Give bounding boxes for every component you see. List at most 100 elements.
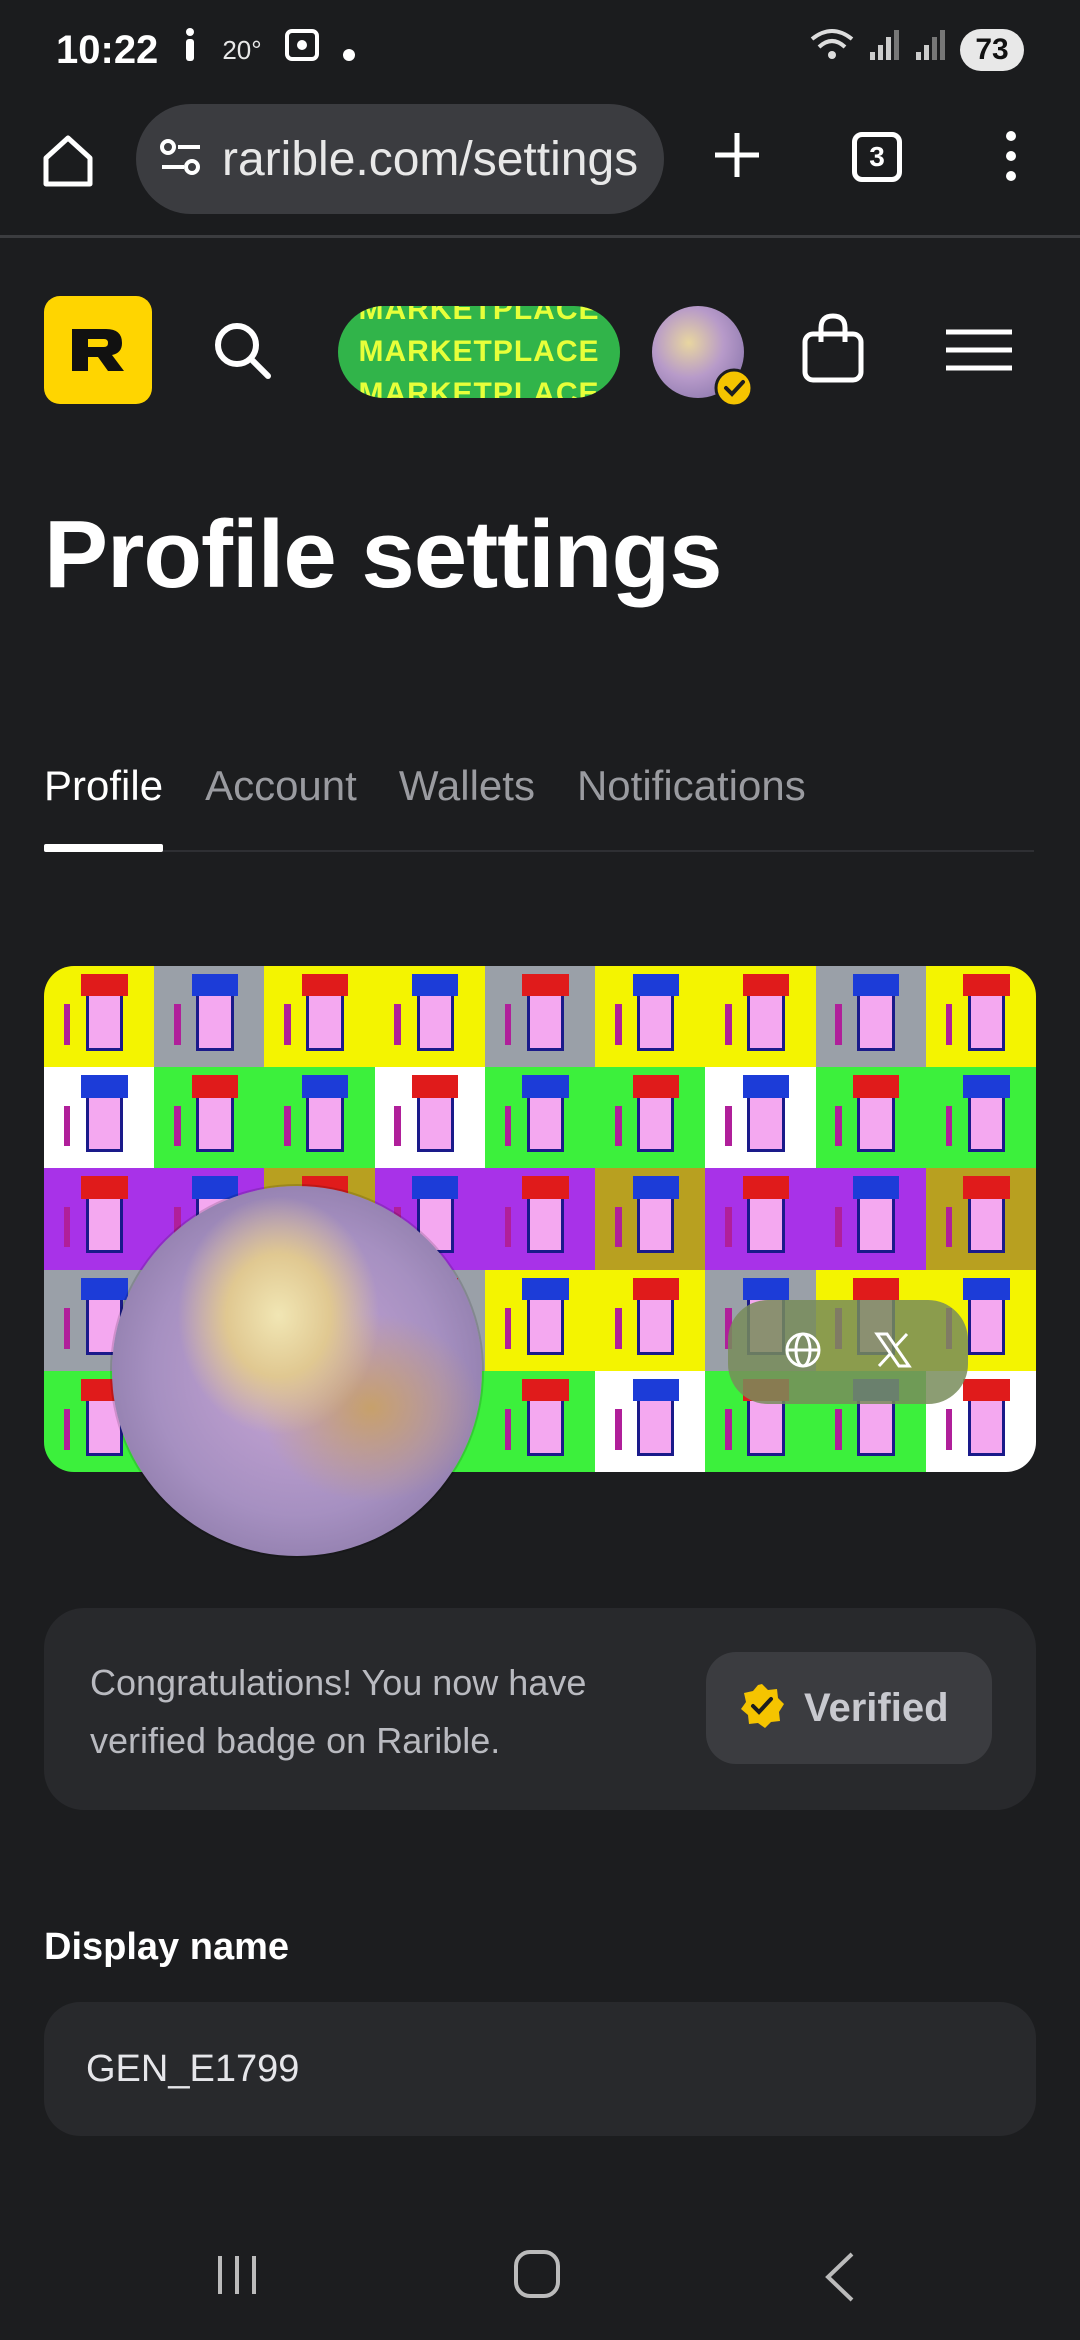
cover-pattern-face	[967, 988, 1006, 1051]
globe-icon[interactable]	[783, 1330, 823, 1375]
cover-pattern-stripe	[945, 1409, 953, 1450]
cover-pattern-cell	[44, 1067, 155, 1169]
home-icon[interactable]	[512, 2248, 562, 2300]
cover-pattern-hat	[632, 1176, 679, 1199]
cover-pattern-hat	[632, 1277, 679, 1300]
cover-pattern-stripe	[284, 1004, 291, 1045]
status-time: 10:22	[56, 27, 159, 72]
signal-icon-2	[914, 28, 946, 72]
cover-pattern-stripe	[63, 1206, 71, 1248]
tab-profile[interactable]: Profile	[44, 756, 164, 852]
marketplace-button[interactable]: MARKETPLACE MARKETPLACE MARKETPLACE	[338, 306, 620, 398]
url-text: rarible.com/settings	[222, 132, 639, 186]
cover-pattern-cell	[705, 966, 816, 1068]
cover-pattern-stripe	[725, 1206, 732, 1248]
cover-pattern-face	[636, 1291, 675, 1355]
cover-pattern-cell	[815, 1168, 926, 1270]
cover-pattern-face	[526, 1089, 565, 1153]
cover-pattern-face	[636, 988, 675, 1051]
info-icon	[180, 27, 200, 73]
cover-pattern-stripe	[835, 1004, 842, 1045]
cover-pattern-hat	[853, 1277, 900, 1300]
cover-pattern-stripe	[504, 1308, 512, 1349]
cover-pattern-face	[636, 1393, 675, 1456]
cover-pattern-face	[85, 1089, 124, 1153]
cover-pattern-hat	[81, 1277, 128, 1300]
back-icon[interactable]	[820, 2250, 860, 2304]
cover-pattern-hat	[522, 1075, 569, 1098]
site-settings-icon[interactable]	[158, 137, 204, 182]
cover-pattern-hat	[742, 1176, 790, 1199]
cover-pattern-hat	[853, 1176, 900, 1199]
cover-pattern-face	[85, 988, 124, 1051]
cover-pattern-cell	[595, 966, 706, 1068]
profile-avatar[interactable]	[112, 1186, 482, 1556]
cover-pattern-cell	[484, 1168, 596, 1270]
cover-pattern-face	[857, 988, 895, 1051]
cover-pattern-face	[526, 1291, 565, 1355]
cover-pattern-hat	[742, 1075, 790, 1098]
cover-pattern-face	[967, 1291, 1006, 1355]
cover-pattern-cell	[815, 966, 926, 1068]
hamburger-menu-icon[interactable]	[944, 328, 1014, 372]
cover-pattern-face	[857, 1190, 895, 1254]
cover-pattern-stripe	[945, 1206, 953, 1248]
cover-pattern-stripe	[504, 1004, 512, 1045]
cover-pattern-face	[416, 1089, 454, 1153]
shopping-bag-icon[interactable]	[800, 312, 866, 384]
status-bar: 10:22 20° 73	[0, 0, 1080, 100]
cover-pattern-hat	[522, 1378, 569, 1402]
cover-pattern-cell	[925, 1067, 1036, 1169]
cover-pattern-cell	[44, 966, 155, 1068]
cover-pattern-hat	[81, 1075, 128, 1098]
tab-wallets[interactable]: Wallets	[399, 756, 535, 850]
cover-pattern-stripe	[63, 1308, 71, 1349]
search-icon[interactable]	[210, 318, 274, 382]
cover-pattern-stripe	[63, 1409, 71, 1450]
new-tab-button[interactable]	[712, 130, 762, 180]
cover-pattern-cell	[44, 1168, 155, 1270]
cover-pattern-cell	[925, 966, 1036, 1068]
dot-icon	[342, 29, 356, 72]
page-title: Profile settings	[44, 501, 722, 608]
cover-pattern-stripe	[835, 1105, 842, 1147]
marketplace-label-bottom: MARKETPLACE	[358, 377, 600, 398]
rarible-logo[interactable]	[44, 296, 152, 404]
system-nav-bar	[0, 2200, 1080, 2340]
cover-pattern-stripe	[725, 1105, 732, 1147]
cover-pattern-face	[747, 1089, 785, 1153]
cover-pattern-face	[747, 1190, 785, 1254]
browser-menu-button[interactable]	[996, 128, 1026, 184]
verified-check-icon	[738, 1682, 786, 1735]
tab-switcher-button[interactable]: 3	[852, 132, 902, 182]
cover-pattern-face	[306, 988, 344, 1051]
cover-pattern-stripe	[614, 1409, 622, 1450]
cover-pattern-hat	[301, 1075, 349, 1098]
x-twitter-icon[interactable]	[873, 1330, 913, 1375]
cover-pattern-cell	[264, 966, 375, 1068]
cover-pattern-hat	[81, 1176, 128, 1199]
browser-home-button[interactable]	[38, 130, 98, 190]
cover-pattern-face	[416, 988, 454, 1051]
cover-pattern-stripe	[614, 1004, 622, 1045]
display-name-input[interactable]	[44, 2002, 1036, 2136]
cover-pattern-cell	[484, 966, 596, 1068]
cover-pattern-face	[526, 1393, 565, 1456]
cover-pattern-face	[967, 1190, 1006, 1254]
cover-pattern-hat	[301, 974, 349, 997]
address-bar[interactable]: rarible.com/settings	[136, 104, 664, 214]
cover-pattern-hat	[963, 1277, 1010, 1300]
verified-badge: Verified	[706, 1652, 992, 1764]
settings-tabs: Profile Account Wallets Notifications	[44, 756, 1034, 852]
recents-icon[interactable]	[214, 2252, 260, 2298]
cover-pattern-stripe	[284, 1105, 291, 1147]
cover-pattern-cell	[264, 1067, 375, 1169]
cover-pattern-stripe	[174, 1004, 181, 1045]
cover-pattern-cell	[595, 1269, 706, 1371]
cover-pattern-face	[967, 1393, 1006, 1456]
site-header: MARKETPLACE MARKETPLACE MARKETPLACE	[0, 240, 1080, 430]
tab-account[interactable]: Account	[205, 756, 357, 850]
cover-pattern-face	[967, 1089, 1006, 1153]
cover-pattern-cell	[484, 1067, 596, 1169]
tab-notifications[interactable]: Notifications	[577, 756, 806, 850]
